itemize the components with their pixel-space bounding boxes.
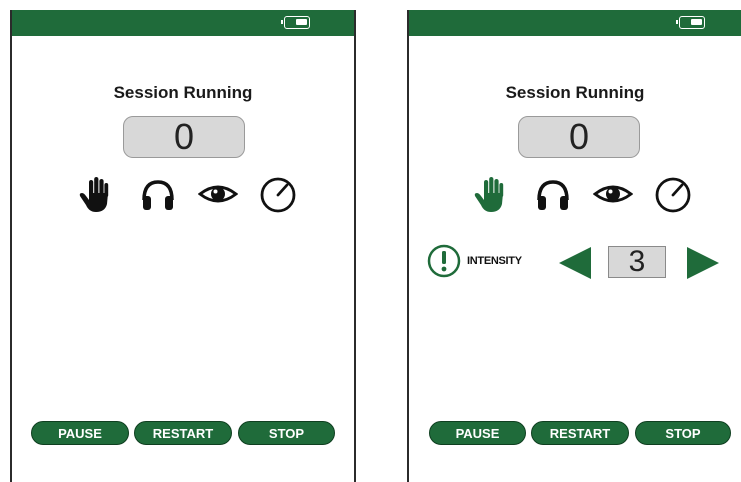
alert-icon[interactable] — [427, 244, 461, 278]
stop-button[interactable]: STOP — [635, 421, 731, 445]
session-counter: 0 — [123, 116, 245, 158]
status-bar — [409, 10, 741, 36]
intensity-label: INTENSITY — [467, 255, 522, 267]
headphones-icon[interactable] — [138, 174, 178, 214]
session-screen-left: Session Running 0 PAUSE RESTART STOP — [10, 10, 356, 482]
battery-icon — [281, 16, 310, 29]
hand-icon[interactable] — [76, 174, 116, 214]
stop-button[interactable]: STOP — [238, 421, 335, 445]
eye-icon[interactable] — [593, 174, 633, 214]
headphones-icon[interactable] — [533, 174, 573, 214]
increase-intensity-button[interactable] — [685, 245, 721, 281]
intensity-value: 3 — [608, 246, 666, 278]
status-bar — [12, 10, 354, 36]
battery-icon — [676, 16, 705, 29]
dial-icon[interactable] — [258, 174, 298, 214]
pause-button[interactable]: PAUSE — [429, 421, 526, 445]
restart-button[interactable]: RESTART — [531, 421, 629, 445]
decrease-intensity-button[interactable] — [557, 245, 593, 281]
intensity-control: INTENSITY 3 — [427, 242, 727, 282]
eye-icon[interactable] — [198, 174, 238, 214]
session-title: Session Running — [505, 83, 645, 102]
session-title: Session Running — [113, 83, 253, 102]
session-counter: 0 — [518, 116, 640, 158]
hand-icon[interactable] — [471, 174, 511, 214]
pause-button[interactable]: PAUSE — [31, 421, 129, 445]
session-screen-right: Session Running 0 INTENSITY 3 PAUSE REST… — [407, 10, 741, 482]
sensor-icon-row — [76, 174, 306, 214]
dial-icon[interactable] — [653, 174, 693, 214]
sensor-icon-row — [471, 174, 701, 214]
restart-button[interactable]: RESTART — [134, 421, 232, 445]
